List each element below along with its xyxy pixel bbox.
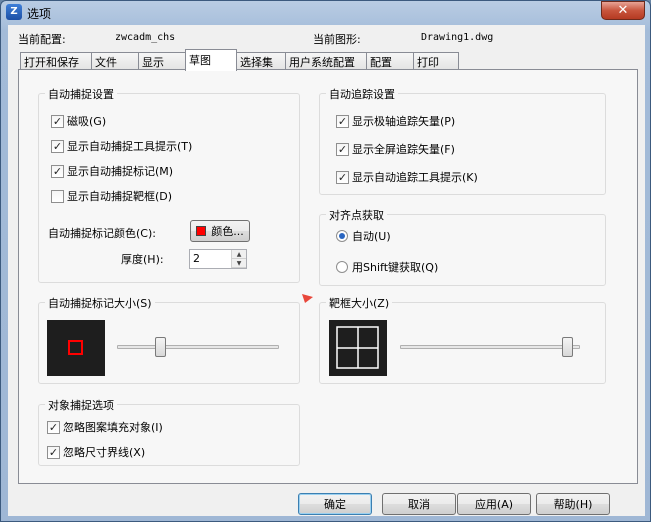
aperture-size-slider-track[interactable]: [400, 345, 580, 349]
radio-label: 用Shift键获取(Q): [352, 261, 439, 274]
tab-profiles[interactable]: 配置: [366, 52, 414, 70]
options-dialog: Z 选项 ✕ 当前配置: zwcadm_chs 当前图形: Drawing1.d…: [0, 0, 651, 522]
alignment-acquisition-group: 对齐点获取 自动(U) 用Shift键获取(Q): [319, 207, 606, 286]
shift-acquire-radio[interactable]: 用Shift键获取(Q): [336, 259, 438, 275]
checkbox-box[interactable]: [51, 189, 64, 203]
checkbox-box[interactable]: ✓: [47, 445, 60, 459]
marker-preview: [47, 320, 105, 376]
current-drawing-label: 当前图形:: [313, 33, 361, 46]
checkbox-label: 忽略图案填充对象(I): [63, 421, 163, 434]
dialog-client: 当前配置: zwcadm_chs 当前图形: Drawing1.dwg 打开和保…: [8, 25, 645, 516]
object-snap-options-title: 对象捕捉选项: [45, 397, 117, 413]
fullscreen-tracking-checkbox[interactable]: ✓ 显示全屏追踪矢量(F): [336, 141, 455, 157]
checkbox-label: 显示自动捕捉标记(M): [67, 165, 174, 178]
current-profile-value: zwcadm_chs: [115, 32, 176, 43]
checkbox-box[interactable]: ✓: [51, 114, 64, 128]
checkbox-box[interactable]: ✓: [51, 164, 64, 178]
tab-user-preferences[interactable]: 用户系统配置: [285, 52, 367, 70]
annotation-marker-icon: [302, 294, 313, 303]
autosnap-settings-title: 自动捕捉设置: [45, 86, 117, 102]
color-button-label: 颜色...: [211, 225, 244, 238]
spinner-arrows[interactable]: ▲ ▼: [231, 250, 246, 268]
radio-button[interactable]: [336, 230, 348, 242]
checkbox-label: 显示全屏追踪矢量(F): [352, 143, 455, 156]
tab-display[interactable]: 显示: [138, 52, 186, 70]
zwcad-app-icon: Z: [6, 4, 22, 20]
auto-radio[interactable]: 自动(U): [336, 228, 391, 244]
autosnap-aperture-checkbox[interactable]: 显示自动捕捉靶框(D): [51, 188, 172, 204]
close-button[interactable]: ✕: [601, 1, 645, 20]
marker-size-group: 自动捕捉标记大小(S): [38, 295, 300, 384]
thickness-spinner[interactable]: 2 ▲ ▼: [189, 249, 247, 269]
apply-button[interactable]: 应用(A): [457, 493, 531, 515]
help-button[interactable]: 帮助(H): [536, 493, 610, 515]
radio-selected-dot: [339, 233, 345, 239]
checkbox-box[interactable]: ✓: [336, 170, 349, 184]
aperture-box-icon: [336, 326, 379, 369]
tab-plot[interactable]: 打印: [413, 52, 459, 70]
checkbox-label: 忽略尺寸界线(X): [63, 446, 146, 459]
polar-tracking-checkbox[interactable]: ✓ 显示极轴追踪矢量(P): [336, 113, 455, 129]
radio-label: 自动(U): [352, 230, 391, 243]
ignore-dimension-extension-checkbox[interactable]: ✓ 忽略尺寸界线(X): [47, 444, 145, 460]
checkbox-box[interactable]: ✓: [51, 139, 64, 153]
ignore-hatch-checkbox[interactable]: ✓ 忽略图案填充对象(I): [47, 419, 163, 435]
cancel-button[interactable]: 取消: [382, 493, 456, 515]
object-snap-options-group: 对象捕捉选项 ✓ 忽略图案填充对象(I) ✓ 忽略尺寸界线(X): [38, 397, 300, 466]
thickness-value: 2: [193, 252, 200, 265]
color-button[interactable]: 颜色...: [190, 220, 250, 242]
tab-selection[interactable]: 选择集: [236, 52, 286, 70]
spin-down-icon[interactable]: ▼: [232, 259, 246, 268]
tab-drafting[interactable]: 草图: [185, 49, 237, 71]
radio-button[interactable]: [336, 261, 348, 273]
marker-color-label: 自动捕捉标记颜色(C):: [48, 227, 156, 240]
checkbox-box[interactable]: ✓: [336, 142, 349, 156]
ok-button[interactable]: 确定: [298, 493, 372, 515]
autosnap-tooltip-checkbox[interactable]: ✓ 显示自动捕捉工具提示(T): [51, 138, 192, 154]
magnet-checkbox[interactable]: ✓ 磁吸(G): [51, 113, 106, 129]
aperture-size-title: 靶框大小(Z): [326, 295, 393, 311]
aperture-preview: [329, 320, 387, 376]
checkbox-box[interactable]: ✓: [336, 114, 349, 128]
thickness-label: 厚度(H):: [121, 253, 164, 266]
checkbox-label: 显示自动追踪工具提示(K): [352, 171, 478, 184]
marker-color-swatch: [196, 226, 207, 236]
marker-square-icon: [68, 340, 83, 355]
marker-size-title: 自动捕捉标记大小(S): [45, 295, 155, 311]
autosnap-settings-group: 自动捕捉设置 ✓ 磁吸(G) ✓ 显示自动捕捉工具提示(T) ✓ 显示自动捕捉标…: [38, 86, 300, 283]
checkbox-label: 磁吸(G): [67, 115, 107, 128]
autotrack-settings-title: 自动追踪设置: [326, 86, 398, 102]
aperture-size-slider-thumb[interactable]: [562, 337, 574, 357]
current-drawing-value: Drawing1.dwg: [421, 32, 494, 43]
autotrack-settings-group: 自动追踪设置 ✓ 显示极轴追踪矢量(P) ✓ 显示全屏追踪矢量(F) ✓ 显示自…: [319, 86, 606, 195]
autotrack-tooltip-checkbox[interactable]: ✓ 显示自动追踪工具提示(K): [336, 169, 478, 185]
checkbox-label: 显示自动捕捉工具提示(T): [67, 140, 193, 153]
checkbox-label: 显示自动捕捉靶框(D): [67, 190, 173, 203]
tab-open-save[interactable]: 打开和保存: [20, 52, 92, 70]
checkbox-label: 显示极轴追踪矢量(P): [352, 115, 456, 128]
alignment-acquisition-title: 对齐点获取: [326, 207, 387, 223]
tab-files[interactable]: 文件: [91, 52, 139, 70]
current-profile-label: 当前配置:: [18, 33, 66, 46]
autosnap-marker-checkbox[interactable]: ✓ 显示自动捕捉标记(M): [51, 163, 173, 179]
aperture-size-group: 靶框大小(Z): [319, 295, 606, 384]
checkbox-box[interactable]: ✓: [47, 420, 60, 434]
marker-size-slider-track[interactable]: [117, 345, 279, 349]
window-title: 选项: [27, 7, 52, 21]
spin-up-icon[interactable]: ▲: [232, 250, 246, 259]
marker-size-slider-thumb[interactable]: [154, 337, 166, 357]
tab-panel-drafting: 自动捕捉设置 ✓ 磁吸(G) ✓ 显示自动捕捉工具提示(T) ✓ 显示自动捕捉标…: [18, 69, 638, 484]
title-bar[interactable]: Z 选项 ✕: [1, 1, 650, 23]
